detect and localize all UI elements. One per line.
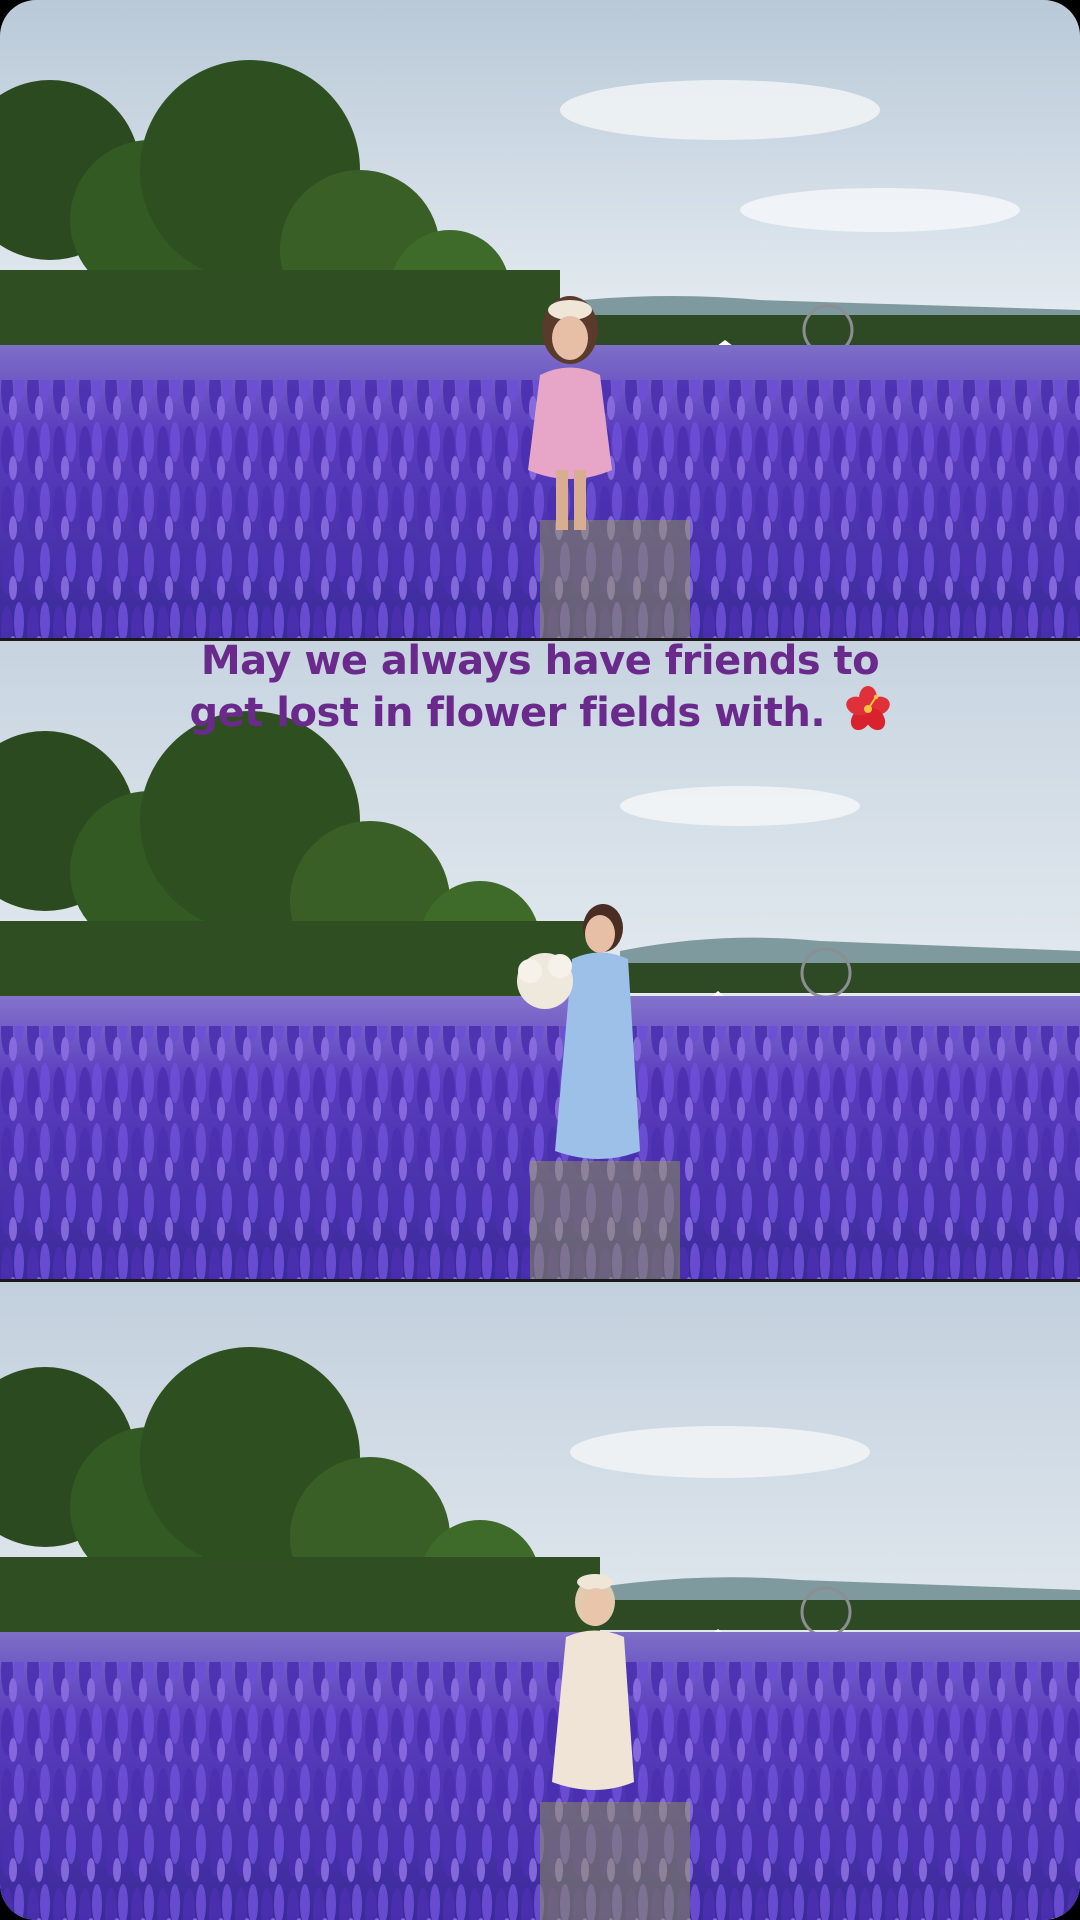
photo-panel-1 xyxy=(0,0,1080,638)
story-frame: May we always have friends to get lost i… xyxy=(0,0,1080,1920)
caption-line-2: get lost in flower fields with. xyxy=(189,690,826,736)
caption-line-1: May we always have friends to xyxy=(200,638,880,684)
flower-field-photo xyxy=(0,1282,1080,1920)
hibiscus-icon xyxy=(845,686,891,744)
flower-field-photo xyxy=(0,0,1080,638)
photo-panel-3 xyxy=(0,1282,1080,1920)
story-caption: May we always have friends to get lost i… xyxy=(0,636,1080,744)
caption-line-2-wrap: get lost in flower fields with. xyxy=(0,686,1080,744)
